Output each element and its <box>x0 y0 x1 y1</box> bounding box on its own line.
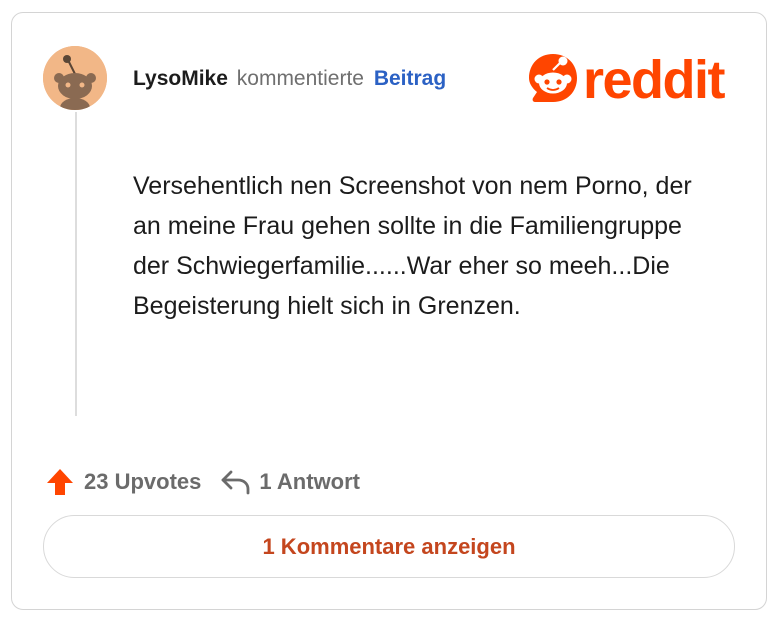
upvote-button[interactable]: 23 Upvotes <box>44 466 201 498</box>
upvote-count: 23 Upvotes <box>84 469 202 494</box>
reply-arrow-icon <box>221 470 250 495</box>
snoo-avatar-icon <box>43 46 107 110</box>
reply-button[interactable]: 1 Antwort <box>219 467 360 497</box>
comment-body: Versehentlich nen Screenshot von nem Por… <box>133 172 692 320</box>
upvote-arrow-icon <box>47 469 73 495</box>
action-text: kommentierte <box>236 67 364 90</box>
reddit-snoo-icon <box>529 54 577 102</box>
thread-line <box>75 112 77 416</box>
user-avatar[interactable] <box>43 46 107 110</box>
comment-header: LysoMike kommentierte Beitrag <box>133 64 446 94</box>
comment-actions: 23 Upvotes 1 Antwort <box>44 464 360 500</box>
reddit-wordmark: reddit <box>583 50 726 110</box>
view-comments-button[interactable]: 1 Kommentare anzeigen <box>43 515 735 578</box>
post-link[interactable]: Beitrag <box>374 67 446 90</box>
username[interactable]: LysoMike <box>133 67 228 90</box>
reddit-logo: reddit <box>527 50 726 110</box>
reply-count: 1 Antwort <box>259 469 361 494</box>
